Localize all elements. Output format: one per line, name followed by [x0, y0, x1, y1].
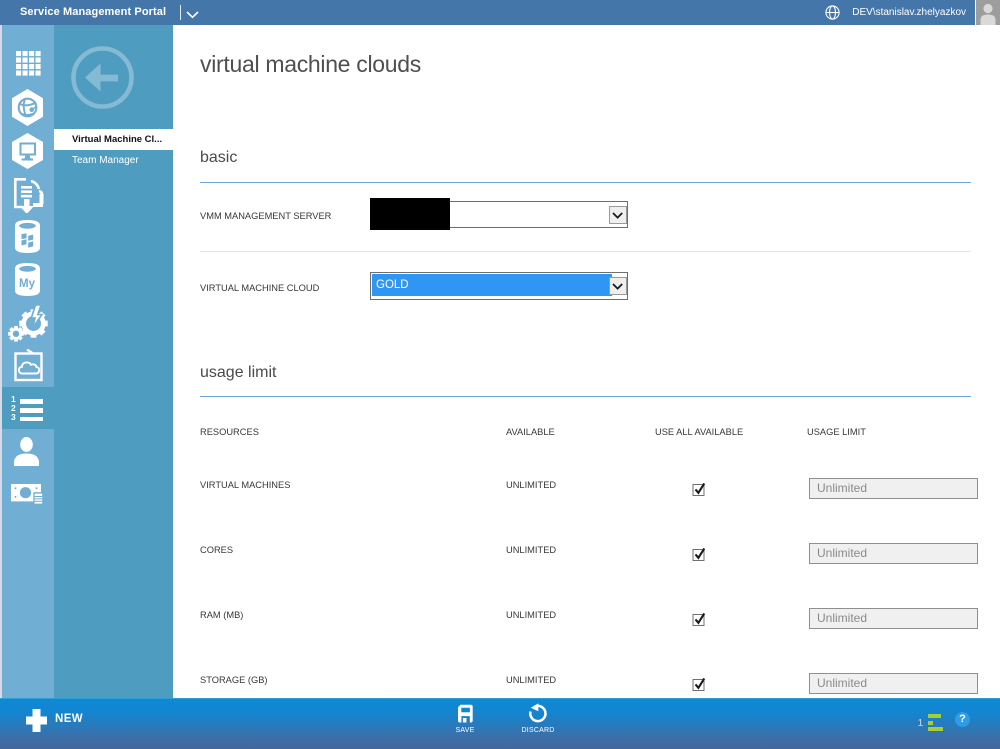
svg-text:My: My — [19, 278, 36, 290]
